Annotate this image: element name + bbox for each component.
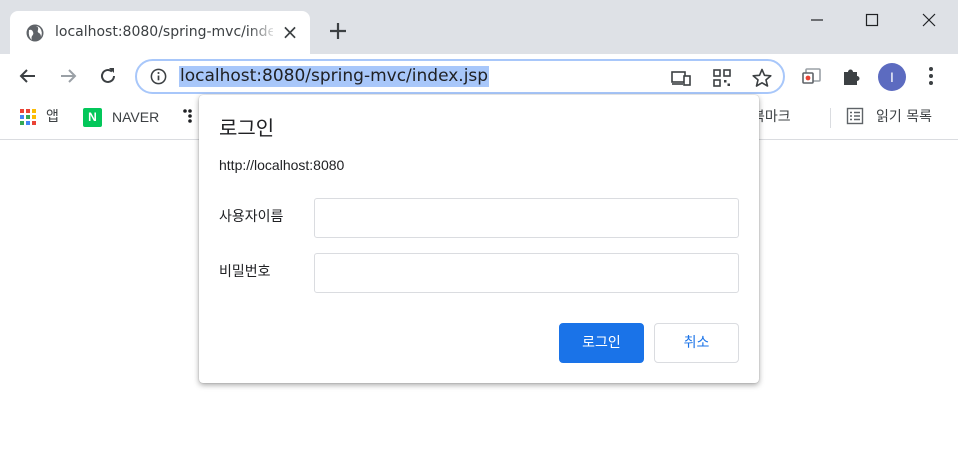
- browser-toolbar: localhost:8080/spring-mvc/index.jsp I: [0, 54, 958, 99]
- new-tab-icon[interactable]: [326, 19, 350, 43]
- forward-icon[interactable]: [56, 64, 80, 88]
- install-app-icon[interactable]: [670, 67, 692, 89]
- dialog-origin: http://localhost:8080: [219, 157, 345, 173]
- globe-icon: [26, 24, 44, 42]
- browser-tab[interactable]: localhost:8080/spring-mvc/index.jsp ×: [10, 11, 310, 54]
- apps-grid-icon[interactable]: [19, 108, 37, 126]
- username-label: 사용자이름: [219, 209, 284, 225]
- bookmark-other-bookmarks[interactable]: 북마크: [752, 107, 814, 127]
- bookmark-reading-list[interactable]: 읽기 목록: [876, 107, 932, 127]
- info-icon[interactable]: [149, 67, 168, 86]
- bookmark-naver[interactable]: NAVER: [112, 107, 159, 127]
- extensions-icon[interactable]: [840, 64, 864, 88]
- login-dialog: 로그인 http://localhost:8080 사용자이름 비밀번호 로그인…: [199, 95, 759, 383]
- address-bar[interactable]: localhost:8080/spring-mvc/index.jsp: [135, 59, 785, 94]
- password-field[interactable]: [314, 253, 739, 293]
- naver-logo-icon: N: [83, 108, 102, 127]
- profile-avatar[interactable]: I: [878, 63, 906, 91]
- url-text[interactable]: localhost:8080/spring-mvc/index.jsp: [179, 66, 490, 87]
- tab-title: localhost:8080/spring-mvc/index.jsp: [55, 24, 273, 40]
- star-icon[interactable]: [751, 67, 773, 89]
- reading-list-icon[interactable]: [846, 107, 864, 125]
- username-field[interactable]: [314, 198, 739, 238]
- password-label: 비밀번호: [219, 264, 271, 280]
- reload-icon[interactable]: [96, 64, 120, 88]
- login-button[interactable]: 로그인: [559, 323, 644, 363]
- cast-icon[interactable]: [800, 64, 824, 88]
- cancel-button[interactable]: 취소: [654, 323, 739, 363]
- bookmark-apps[interactable]: 앱: [46, 107, 59, 127]
- back-icon[interactable]: [16, 64, 40, 88]
- tab-title-fade: [248, 21, 278, 43]
- menu-icon[interactable]: [919, 64, 943, 88]
- bookmark-favicon-icon: [183, 109, 192, 123]
- bookmarks-divider: [830, 108, 831, 128]
- maximize-icon[interactable]: [860, 8, 884, 32]
- qr-code-icon[interactable]: [711, 67, 733, 89]
- tab-close-button[interactable]: ×: [280, 22, 300, 42]
- close-icon[interactable]: [917, 8, 941, 32]
- minimize-icon[interactable]: [805, 8, 829, 32]
- dialog-title: 로그인: [219, 116, 275, 140]
- tab-strip: localhost:8080/spring-mvc/index.jsp ×: [0, 0, 958, 54]
